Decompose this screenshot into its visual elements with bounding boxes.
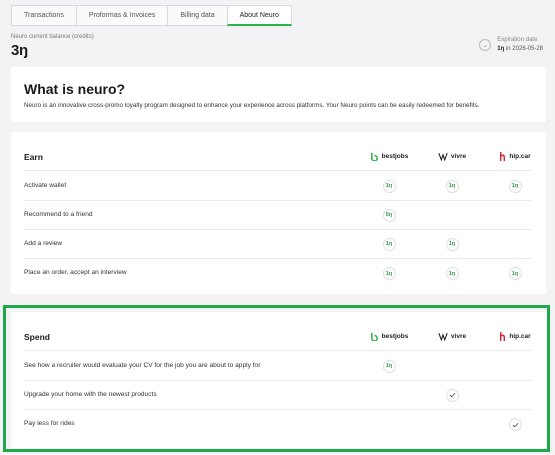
brand-col-vivre: vivre — [422, 322, 482, 350]
spend-row-label: Upgrade your home with the newest produc… — [24, 391, 157, 398]
earn-row-label: Add a review — [24, 240, 63, 247]
earn-row: Activate wallet 1ŋ 1ŋ 1ŋ — [24, 172, 532, 201]
earn-row-label: Recommend to a friend — [24, 211, 93, 218]
brand-col-hipcar: hip.car — [485, 322, 545, 350]
brand-col-vivre: vivre — [422, 142, 482, 170]
spend-header-row: Spend bestjobs vivre hip.car — [24, 322, 532, 351]
spend-row: Pay less for rides — [24, 410, 532, 439]
earn-row: Place an order, accept an interview 1ŋ 1… — [24, 259, 532, 288]
hipcar-logo-icon — [500, 331, 506, 341]
expand-chevron-icon[interactable]: ⌄ — [479, 39, 492, 51]
what-title: What is neuro? — [24, 81, 126, 97]
expiration-date: in 2026-05-28 — [505, 46, 543, 52]
what-description: Neuro is an innovative cross-promo loyal… — [24, 102, 480, 109]
credit-pill: 1ŋ — [445, 237, 459, 251]
balance-section: Neuro current balance (credits) 3ŋ — [11, 34, 94, 59]
vivre-logo-icon — [438, 152, 448, 161]
tab-bar: Transactions Proformas & Invoices Billin… — [11, 5, 292, 26]
tab-transactions[interactable]: Transactions — [11, 5, 76, 26]
earn-header-row: Earn bestjobs vivre hip.car — [24, 142, 532, 171]
expiration-info: ⌄ Expiration date 1ŋ in 2026-05-28 — [479, 37, 543, 52]
expiration-value: 1ŋ in 2026-05-28 — [497, 46, 543, 52]
credit-pill: 5ŋ — [382, 208, 396, 222]
earn-title: Earn — [24, 152, 43, 162]
credit-pill: 1ŋ — [382, 267, 396, 280]
earn-row-label: Activate wallet — [24, 182, 67, 189]
brand-label: vivre — [450, 152, 467, 160]
brand-bestjobs: bestjobs — [370, 152, 409, 161]
earn-row: Add a review 1ŋ 1ŋ — [24, 230, 532, 259]
credit-pill: 1ŋ — [382, 179, 396, 193]
brand-label: bestjobs — [381, 332, 409, 340]
spend-row-label: Pay less for rides — [24, 420, 75, 427]
balance-label: Neuro current balance (credits) — [11, 34, 94, 40]
expiration-amount: 1ŋ — [497, 46, 505, 52]
spend-row-label: See how a recruiter would evaluate your … — [24, 362, 261, 369]
spend-title: Spend — [24, 332, 50, 342]
credit-pill: 1ŋ — [508, 179, 522, 193]
tab-about-neuro[interactable]: About Neuro — [226, 5, 292, 26]
bestjobs-logo-icon — [370, 152, 378, 161]
balance-value: 3ŋ — [11, 42, 28, 59]
brand-hipcar: hip.car — [499, 331, 531, 341]
tab-billing-data[interactable]: Billing data — [167, 5, 227, 26]
earn-row: Recommend to a friend 5ŋ — [24, 201, 532, 230]
brand-col-bestjobs: bestjobs — [359, 142, 419, 170]
credit-pill: 1ŋ — [382, 237, 396, 251]
brand-hipcar: hip.car — [499, 151, 531, 161]
earn-row-label: Place an order, accept an interview — [24, 269, 127, 276]
spend-card: Spend bestjobs vivre hip.car See how a r… — [11, 312, 546, 448]
check-icon — [445, 388, 459, 402]
brand-label: vivre — [450, 332, 467, 340]
brand-label: hip.car — [509, 152, 531, 160]
credit-pill: 1ŋ — [445, 179, 459, 193]
what-is-neuro-card: What is neuro? Neuro is an innovative cr… — [11, 67, 546, 122]
expiration-title: Expiration date — [497, 37, 538, 43]
brand-label: bestjobs — [381, 152, 409, 160]
spend-row: See how a recruiter would evaluate your … — [24, 352, 532, 381]
credit-pill: 1ŋ — [382, 359, 396, 373]
vivre-logo-icon — [438, 332, 448, 341]
credit-pill: 1ŋ — [445, 267, 459, 280]
bestjobs-logo-icon — [370, 332, 378, 341]
earn-card: Earn bestjobs vivre hip.car Activate wal… — [11, 132, 546, 294]
spend-row: Upgrade your home with the newest produc… — [24, 381, 532, 410]
check-icon — [508, 418, 522, 431]
brand-col-bestjobs: bestjobs — [359, 322, 419, 350]
hipcar-logo-icon — [500, 151, 506, 161]
brand-label: hip.car — [509, 332, 531, 340]
brand-col-hipcar: hip.car — [485, 142, 545, 170]
brand-vivre: vivre — [438, 332, 466, 341]
brand-bestjobs: bestjobs — [370, 332, 409, 341]
tab-proformas-invoices[interactable]: Proformas & Invoices — [75, 5, 168, 26]
credit-pill: 1ŋ — [508, 267, 522, 280]
brand-vivre: vivre — [438, 152, 466, 161]
